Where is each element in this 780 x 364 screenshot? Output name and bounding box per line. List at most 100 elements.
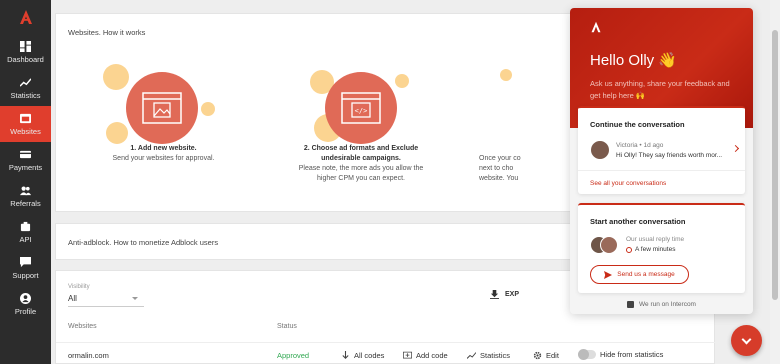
reply-time-label: Our usual reply time — [626, 236, 685, 243]
how-it-works-title: Websites. How it works — [68, 28, 146, 37]
profile-icon — [20, 292, 31, 304]
referrals-icon — [20, 186, 31, 195]
avatar — [590, 140, 610, 160]
messenger-subtitle: Ask us anything, share your feedback and… — [590, 79, 730, 100]
decor-bubble — [106, 122, 128, 144]
conversation-item[interactable]: Victoria • 1d ago Hi Olly! They say frie… — [590, 140, 740, 164]
anti-adblock-title: Anti-adblock. How to monetize Adblock us… — [68, 238, 219, 247]
status-badge: Approved — [277, 351, 310, 360]
step-1: 1. Add new website. Send your websites f… — [96, 144, 231, 164]
sidebar-item-referrals[interactable]: Referrals — [0, 178, 51, 214]
decor-bubble — [395, 74, 409, 88]
edit-label: Edit — [546, 351, 559, 360]
add-code-icon — [403, 351, 412, 359]
gear-icon — [533, 351, 542, 360]
sidebar-item-label: Websites — [10, 126, 41, 136]
step-1-title: 1. Add new website. — [130, 145, 197, 152]
decor-bubble — [103, 64, 129, 90]
chevron-down-icon — [132, 297, 138, 300]
statistics-icon — [467, 352, 476, 359]
visibility-value: All — [68, 294, 77, 303]
sidebar-item-websites[interactable]: Websites — [0, 106, 51, 142]
conversation-author: Victoria — [616, 142, 638, 149]
agency-logo-icon[interactable] — [0, 0, 51, 34]
ad-formats-illustration-icon: </> — [325, 72, 397, 144]
column-header-websites: Websites — [68, 323, 97, 330]
dashboard-icon — [20, 40, 31, 52]
see-all-conversations-link[interactable]: See all your conversations — [578, 170, 745, 196]
step-2-title: 2. Choose ad formats and Exclude undesir… — [303, 145, 419, 162]
visibility-label: Visibility — [68, 284, 90, 290]
sidebar-item-label: Referrals — [10, 198, 41, 208]
send-icon — [604, 270, 613, 279]
sidebar-item-api[interactable]: API — [0, 214, 51, 250]
chevron-down-icon — [741, 334, 752, 344]
sidebar-item-label: API — [19, 234, 32, 244]
sidebar-item-profile[interactable]: Profile — [0, 286, 51, 322]
sidebar-item-dashboard[interactable]: Dashboard — [0, 34, 51, 70]
api-icon — [20, 221, 31, 231]
add-website-illustration-icon — [126, 72, 198, 144]
reply-time-text: A few minutes — [635, 246, 676, 253]
toggle-switch[interactable] — [578, 349, 596, 360]
all-codes-button[interactable]: All codes — [341, 351, 384, 360]
footer-text: We run on Intercom — [639, 300, 696, 308]
all-codes-label: All codes — [354, 351, 385, 360]
step-2: 2. Choose ad formats and Exclude undesir… — [291, 144, 431, 184]
edit-button[interactable]: Edit — [533, 351, 559, 360]
conversation-preview: Hi Olly! They say friends worth mor... — [616, 152, 723, 159]
website-name: ormalin.com — [68, 351, 109, 360]
hide-label: Hide from statistics — [600, 350, 664, 359]
download-icon — [490, 290, 499, 299]
send-message-label: Send us a message — [617, 271, 675, 278]
sidebar-item-payments[interactable]: Payments — [0, 142, 51, 178]
messenger-greeting: Hello Olly 👋 — [590, 52, 678, 69]
sidebar-item-label: Statistics — [10, 90, 41, 100]
table-row: ormalin.com Approved All codes Add code … — [56, 342, 716, 364]
continue-conversation-card: Continue the conversation Victoria • 1d … — [578, 106, 745, 194]
svg-text:</>: </> — [355, 107, 368, 115]
sidebar-item-label: Payments — [8, 162, 43, 172]
reply-time-value: A few minutes — [626, 246, 675, 253]
add-code-label: Add code — [416, 351, 448, 360]
clock-icon — [626, 246, 632, 253]
statistics-button[interactable]: Statistics — [467, 351, 510, 360]
sidebar-item-support[interactable]: Support — [0, 250, 51, 286]
statistics-label: Statistics — [480, 351, 511, 360]
avatar — [600, 236, 618, 254]
decor-bubble — [201, 102, 215, 116]
support-icon — [20, 256, 31, 267]
intercom-messenger: Hello Olly 👋 Ask us anything, share your… — [570, 8, 753, 314]
agency-logo-icon — [591, 21, 601, 33]
start-title: Start another conversation — [590, 217, 686, 226]
start-conversation-card: Start another conversation Our usual rep… — [578, 203, 745, 293]
hide-from-statistics-toggle[interactable]: Hide from statistics — [578, 349, 664, 360]
step-3: Once your co next to cho website. You — [479, 154, 524, 184]
messenger-launcher-button[interactable] — [731, 325, 762, 356]
step-1-text: Send your websites for approval. — [112, 155, 215, 162]
visibility-select[interactable]: All — [68, 294, 144, 307]
intercom-icon — [627, 300, 635, 308]
sidebar-item-statistics[interactable]: Statistics — [0, 70, 51, 106]
conversation-time: • 1d ago — [639, 142, 664, 149]
export-button[interactable]: EXP — [490, 290, 519, 299]
step-2-text: Please note, the more ads you allow the … — [298, 165, 424, 182]
chevron-right-icon — [731, 144, 740, 153]
conversation-meta: Victoria • 1d ago — [616, 142, 663, 149]
export-label: EXP — [505, 291, 520, 298]
decor-bubble — [500, 69, 512, 81]
payments-icon — [20, 150, 31, 158]
column-header-status: Status — [277, 323, 297, 330]
continue-title: Continue the conversation — [590, 120, 685, 129]
add-code-button[interactable]: Add code — [403, 351, 448, 360]
scrollbar-thumb[interactable] — [772, 30, 778, 300]
arrow-down-icon — [342, 351, 349, 359]
sidebar-item-label: Profile — [14, 306, 37, 316]
send-message-button[interactable]: Send us a message — [590, 265, 689, 284]
sidebar-item-label: Dashboard — [7, 54, 44, 64]
sidebar-item-label: Support — [12, 270, 39, 280]
sidebar: Dashboard Statistics Websites Payments R… — [0, 0, 51, 364]
scrollbar[interactable] — [770, 0, 780, 364]
step-3-text: Once your co next to cho website. You — [479, 155, 521, 182]
messenger-footer[interactable]: We run on Intercom — [570, 294, 753, 314]
